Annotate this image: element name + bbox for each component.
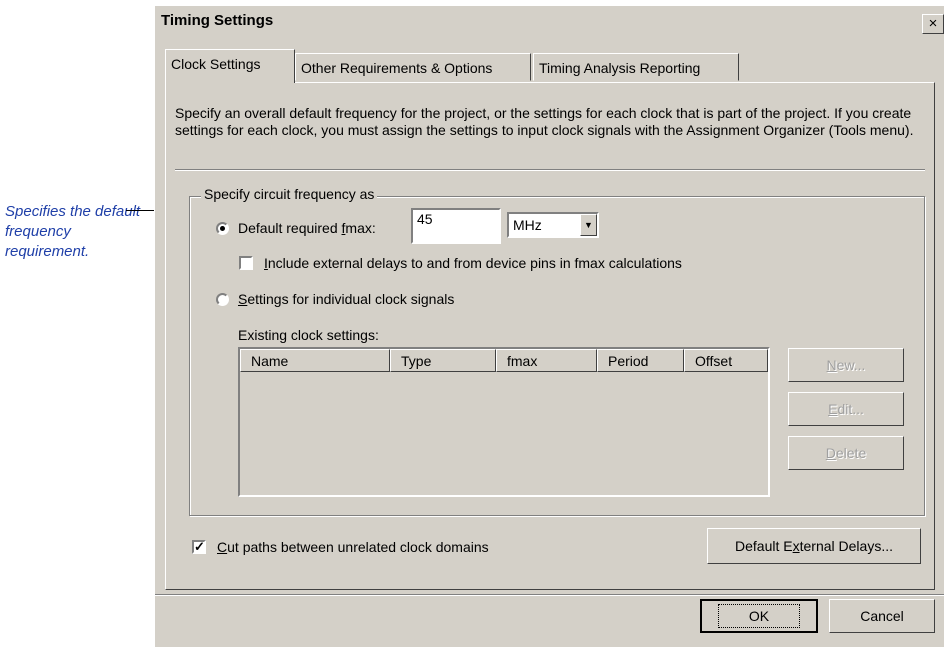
close-button[interactable]: × <box>922 14 944 34</box>
tab-label: Other Requirements & Options <box>301 60 493 76</box>
column-header-fmax[interactable]: fmax <box>496 349 597 372</box>
column-header-type[interactable]: Type <box>390 349 496 372</box>
group-label: Specify circuit frequency as <box>201 186 378 202</box>
tab-timing-analysis-reporting[interactable]: Timing Analysis Reporting <box>533 53 739 81</box>
existing-clock-settings-label: Existing clock settings: <box>238 327 379 343</box>
close-icon: × <box>928 15 938 32</box>
clock-settings-list[interactable]: Name Type fmax Period Offset <box>238 347 770 497</box>
column-header-offset[interactable]: Offset <box>684 349 768 372</box>
chevron-down-icon[interactable]: ▼ <box>580 214 597 236</box>
column-header-name[interactable]: Name <box>240 349 390 372</box>
include-external-delays-checkbox[interactable] <box>239 256 253 270</box>
ok-button[interactable]: OK <box>700 599 818 633</box>
default-external-delays-button[interactable]: Default External Delays... <box>707 528 921 564</box>
column-header-period[interactable]: Period <box>597 349 684 372</box>
title-bar: Timing Settings × <box>155 6 944 36</box>
include-external-delays-label: Include external delays to and from devi… <box>264 255 682 271</box>
default-fmax-label: Default required fmax: <box>238 220 376 236</box>
tab-label: Clock Settings <box>171 56 261 72</box>
tab-other-requirements[interactable]: Other Requirements & Options <box>295 53 531 81</box>
tab-label: Timing Analysis Reporting <box>539 60 701 76</box>
delete-button[interactable]: Delete <box>788 436 904 470</box>
individual-clocks-radio[interactable] <box>216 293 229 306</box>
separator <box>175 169 925 171</box>
edit-button[interactable]: Edit... <box>788 392 904 426</box>
radio-selected-dot <box>220 226 225 231</box>
dialog-title: Timing Settings <box>161 12 274 29</box>
cancel-button[interactable]: Cancel <box>829 599 935 633</box>
tab-clock-settings[interactable]: Clock Settings <box>165 49 295 83</box>
default-fmax-radio[interactable] <box>216 222 229 235</box>
cut-paths-label: Cut paths between unrelated clock domain… <box>217 539 489 555</box>
individual-clocks-label: Settings for individual clock signals <box>238 291 455 307</box>
fmax-unit-select[interactable]: MHz ▼ <box>507 212 599 238</box>
fmax-value-input[interactable]: 45 <box>411 208 501 244</box>
bottom-separator <box>155 594 944 596</box>
callout-text: Specifies the default frequency requirem… <box>5 203 141 260</box>
timing-settings-dialog: Timing Settings × Clock Settings Other R… <box>154 5 944 647</box>
cut-paths-checkbox[interactable]: ✓ <box>192 540 206 554</box>
description-text: Specify an overall default frequency for… <box>175 105 914 138</box>
new-button[interactable]: New... <box>788 348 904 382</box>
